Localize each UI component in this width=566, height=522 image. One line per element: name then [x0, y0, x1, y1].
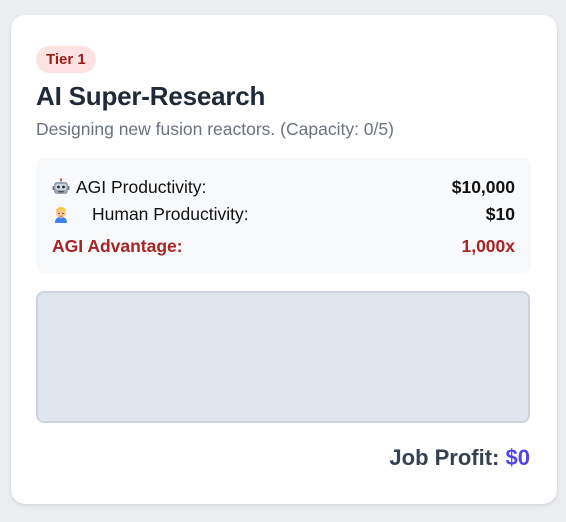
job-title: AI Super-Research	[36, 81, 266, 111]
agi-advantage-row: AGI Advantage: 1,000x	[52, 234, 515, 258]
job-card: Tier 1 AI Super-Research Designing new f…	[11, 15, 557, 504]
agi-advantage-label: AGI Advantage:	[52, 236, 183, 256]
agi-advantage-value: 1,000x	[461, 236, 515, 256]
human-productivity-label: Human Productivity:	[92, 204, 249, 224]
robot-icon	[52, 178, 70, 196]
job-profit-value: $0	[505, 445, 530, 470]
agi-productivity-label: AGI Productivity:	[76, 177, 207, 197]
human-productivity-value: $10	[485, 204, 515, 224]
agi-productivity-row: AGI Productivity: $10,000	[52, 175, 515, 199]
human-productivity-row: Human Productivity: $10	[52, 202, 515, 226]
productivity-stats: AGI Productivity: $10,000 Human Producti…	[36, 158, 531, 273]
job-profit-label: Job Profit:	[389, 445, 500, 470]
agi-productivity-value: $10,000	[451, 177, 515, 197]
tier-badge: Tier 1	[36, 46, 96, 73]
person-icon	[52, 205, 70, 223]
worker-drop-zone[interactable]	[36, 291, 530, 423]
job-profit: Job Profit: $0	[389, 445, 530, 471]
job-description: Designing new fusion reactors. (Capacity…	[36, 119, 394, 139]
